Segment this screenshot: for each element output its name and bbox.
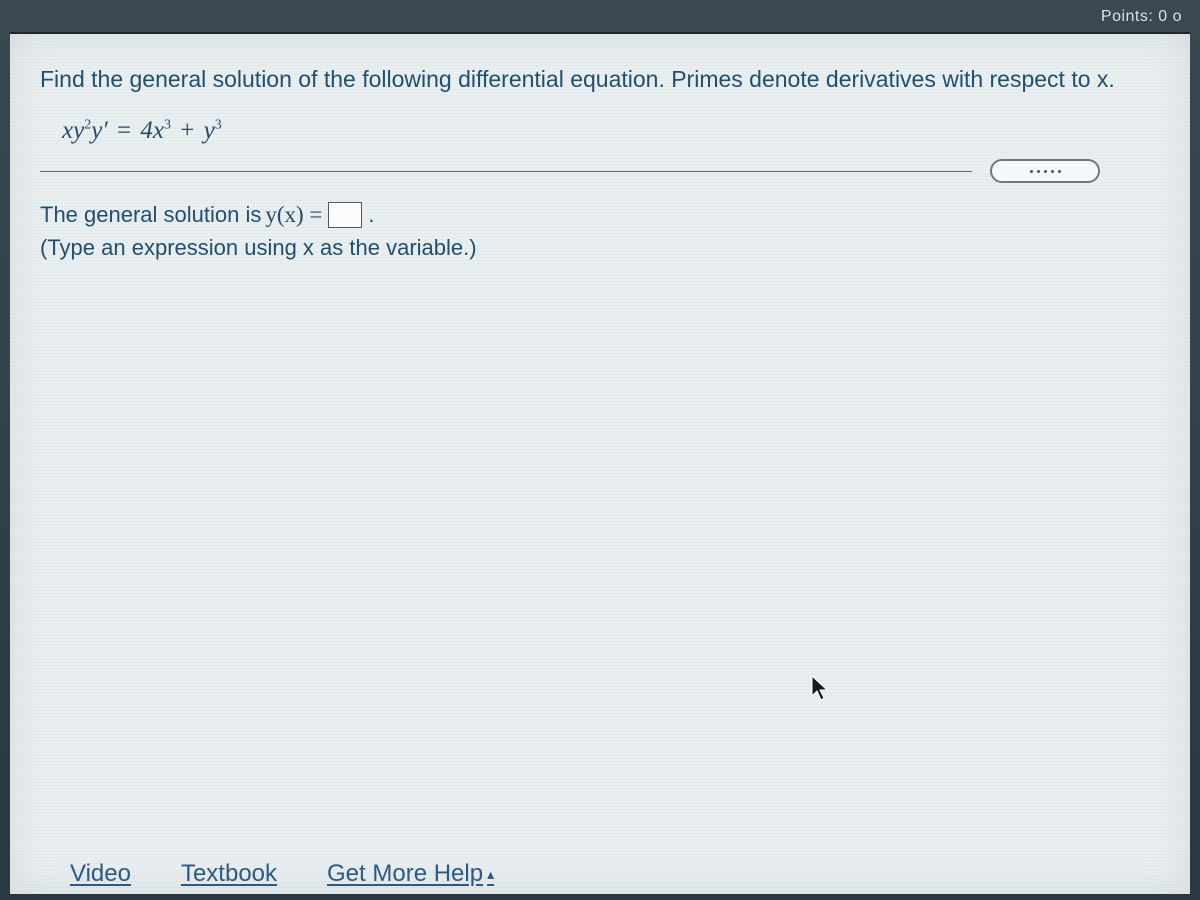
video-link[interactable]: Video (70, 860, 131, 888)
dot-icon (1058, 170, 1061, 173)
solution-line: The general solution is y(x) = . (40, 199, 1160, 231)
help-links-bar: Video Textbook Get More Help▴ (70, 860, 494, 888)
dot-icon (1030, 170, 1033, 173)
question-prompt: Find the general solution of the followi… (40, 64, 1160, 95)
eq-lhs-xy: xy (62, 117, 84, 144)
caret-up-icon: ▴ (487, 866, 494, 882)
solution-trail: . (368, 200, 374, 231)
input-hint: (Type an expression using x as the varia… (40, 235, 1160, 261)
solution-func: y(x) = (265, 199, 322, 231)
mouse-cursor-icon (810, 674, 832, 702)
eq-exp-3b: 3 (215, 118, 222, 133)
divider-line (40, 171, 972, 172)
section-divider-row (40, 159, 1160, 183)
eq-lhs-yprime: y′ (91, 117, 108, 144)
eq-plus: + (174, 117, 201, 144)
eq-rhs-4x: 4x (140, 117, 164, 144)
dot-icon (1044, 170, 1047, 173)
points-header: Points: 0 o (10, 8, 1190, 26)
textbook-link[interactable]: Textbook (181, 860, 277, 888)
eq-exp-3a: 3 (164, 118, 171, 133)
points-label: Points: 0 o (1101, 8, 1182, 26)
answer-input[interactable] (328, 202, 362, 228)
solution-lead: The general solution is (40, 200, 261, 231)
dot-icon (1037, 170, 1040, 173)
question-panel: Find the general solution of the followi… (10, 34, 1190, 894)
differential-equation: xy2y′ = 4x3 + y3 (62, 117, 1160, 145)
eq-equals: = (111, 117, 138, 144)
eq-rhs-y: y (204, 117, 215, 144)
expand-pill-button[interactable] (990, 159, 1100, 183)
get-more-help-label: Get More Help (327, 860, 483, 887)
dot-icon (1051, 170, 1054, 173)
get-more-help-link[interactable]: Get More Help▴ (327, 860, 494, 888)
